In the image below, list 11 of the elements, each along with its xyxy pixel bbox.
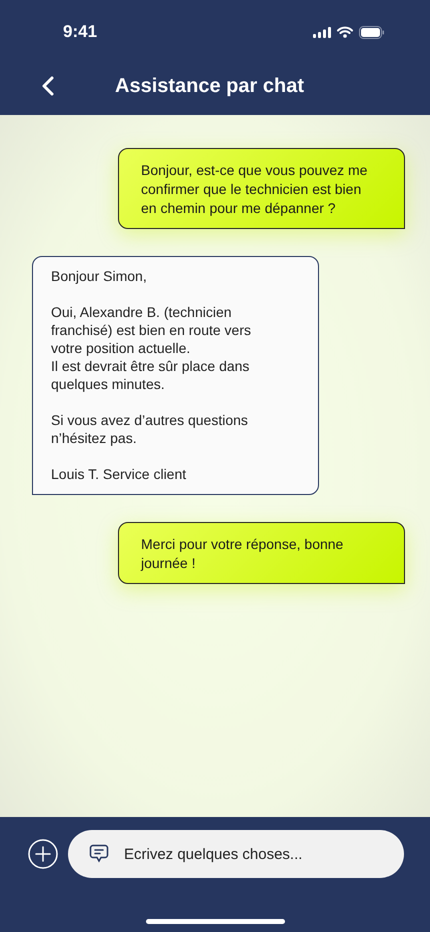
received-message-bubble: Bonjour Simon, Oui, Alexandre B. (technicien franchisé) est bien en route vers votre position actuelle. Il est devrait être sûr place dans quelques minutes. Si vous avez d’autres questions n’hésitez pas. Louis T. Service client [32,256,319,495]
chat-bubble-icon [89,844,109,864]
sent-message-bubble: Bonjour, est-ce que vous pouvez me confirmer que le technicien est bien en chemin pour me dépanner ? [118,148,405,229]
wifi-icon [337,26,353,38]
status-time: 9:41 [63,21,98,44]
message-input[interactable]: Ecrivez quelques choses... [68,830,404,878]
add-icon[interactable] [28,839,58,869]
sent-message-bubble: Merci pour votre réponse, bonne journée ! [118,522,405,584]
screen-title: Assistance par chat [115,74,304,98]
signal-icon [313,26,331,38]
battery-icon [359,26,385,38]
